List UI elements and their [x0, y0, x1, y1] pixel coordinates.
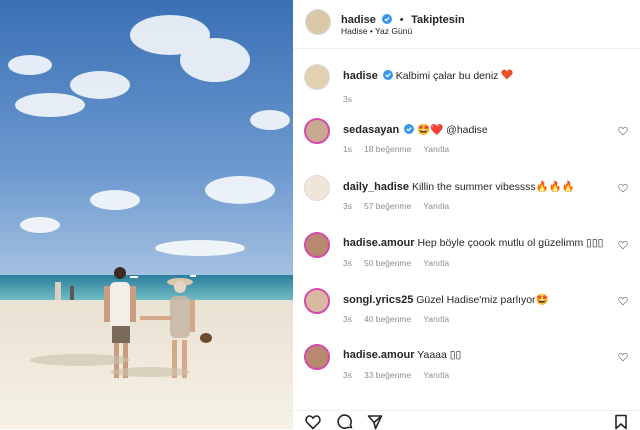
reply-button[interactable]: Yanıtla — [423, 258, 449, 268]
comment-text: songl.yrics25 Güzel Hadise'miz parlıyor🤩 — [343, 293, 549, 306]
following-button[interactable]: Takiptesin — [411, 14, 465, 26]
caption-body: Kalbimi çalar bu deniz — [395, 70, 499, 82]
verified-icon — [382, 14, 393, 24]
comment-text: hadise.amour Yaaaa ▯▯ — [343, 349, 461, 361]
reply-button[interactable]: Yanıtla — [423, 201, 449, 211]
avatar[interactable] — [304, 288, 330, 314]
caption-time: 3s — [343, 94, 352, 104]
comment-username[interactable]: hadise.amour — [343, 349, 415, 361]
comment-username[interactable]: daily_hadise — [343, 181, 409, 193]
comment-icon[interactable] — [337, 414, 353, 430]
avatar[interactable] — [304, 175, 330, 201]
location-subtitle[interactable]: Hadise • Yaz Günü — [341, 26, 412, 36]
post-panel: hadise • Takiptesin Hadise • Yaz Günü ha… — [293, 0, 640, 430]
comment-text: sedasayan 🤩❤️ @hadise — [343, 123, 488, 136]
reply-button[interactable]: Yanıtla — [423, 370, 449, 380]
comment-likes[interactable]: 50 beğenme — [364, 258, 411, 268]
comment-likes[interactable]: 57 beğenme — [364, 201, 411, 211]
comment-body: 🤩❤️ @hadise — [417, 124, 488, 136]
heart-icon[interactable] — [305, 414, 321, 430]
comment-body: Yaaaa ▯▯ — [417, 349, 462, 361]
comment-meta: 3s 57 beğenme Yanıtla — [343, 201, 461, 211]
comment-username[interactable]: hadise.amour — [343, 237, 415, 249]
comment-meta: 3s 33 beğenme Yanıtla — [343, 370, 461, 380]
like-comment-icon[interactable] — [618, 183, 628, 193]
comment-time: 3s — [343, 201, 352, 211]
like-comment-icon[interactable] — [618, 240, 628, 250]
comment-time: 3s — [343, 370, 352, 380]
comment-body: Killin the summer vibessss🔥🔥🔥 — [411, 181, 575, 193]
post-header: hadise • Takiptesin Hadise • Yaz Günü — [293, 0, 640, 49]
comment-time: 3s — [343, 314, 352, 324]
caption-text: hadise Kalbimi çalar bu deniz — [343, 69, 513, 82]
action-bar — [293, 410, 640, 430]
post-photo[interactable] — [0, 0, 293, 429]
comment-meta: 3s 50 beğenme Yanıtla — [343, 258, 461, 268]
comment-body: Güzel Hadise'miz parlıyor🤩 — [416, 294, 549, 306]
comment-username[interactable]: songl.yrics25 — [343, 294, 413, 306]
comment-meta: 3s 40 beğenme Yanıtla — [343, 314, 461, 324]
caption-username[interactable]: hadise — [343, 70, 378, 82]
header-username[interactable]: hadise — [341, 14, 376, 26]
like-comment-icon[interactable] — [618, 296, 628, 306]
share-icon[interactable] — [367, 414, 383, 430]
verified-icon — [382, 70, 393, 80]
reply-button[interactable]: Yanıtla — [423, 314, 449, 324]
comment-body: Hep böyle çoook mutlu ol güzelimm ▯▯▯ — [417, 237, 604, 249]
comment-likes[interactable]: 33 beğenme — [364, 370, 411, 380]
avatar[interactable] — [305, 9, 331, 35]
comment-meta: 1s 18 beğenme Yanıtla — [343, 144, 461, 154]
comment-time: 3s — [343, 258, 352, 268]
avatar[interactable] — [304, 232, 330, 258]
comment-likes[interactable]: 18 beğenme — [364, 144, 411, 154]
avatar[interactable] — [304, 64, 330, 90]
comment-username[interactable]: sedasayan — [343, 124, 399, 136]
comment-time: 1s — [343, 144, 352, 154]
separator-dot: • — [399, 14, 404, 26]
like-comment-icon[interactable] — [618, 126, 628, 136]
bookmark-icon[interactable] — [613, 414, 629, 430]
avatar[interactable] — [304, 344, 330, 370]
caption-meta: 3s — [343, 94, 364, 104]
heart-emoji-icon — [501, 69, 513, 80]
comment-text: daily_hadise Killin the summer vibessss🔥… — [343, 180, 575, 193]
comment-text: hadise.amour Hep böyle çoook mutlu ol gü… — [343, 237, 603, 249]
reply-button[interactable]: Yanıtla — [423, 144, 449, 154]
comment-likes[interactable]: 40 beğenme — [364, 314, 411, 324]
like-comment-icon[interactable] — [618, 352, 628, 362]
verified-icon — [404, 124, 415, 134]
avatar[interactable] — [304, 118, 330, 144]
